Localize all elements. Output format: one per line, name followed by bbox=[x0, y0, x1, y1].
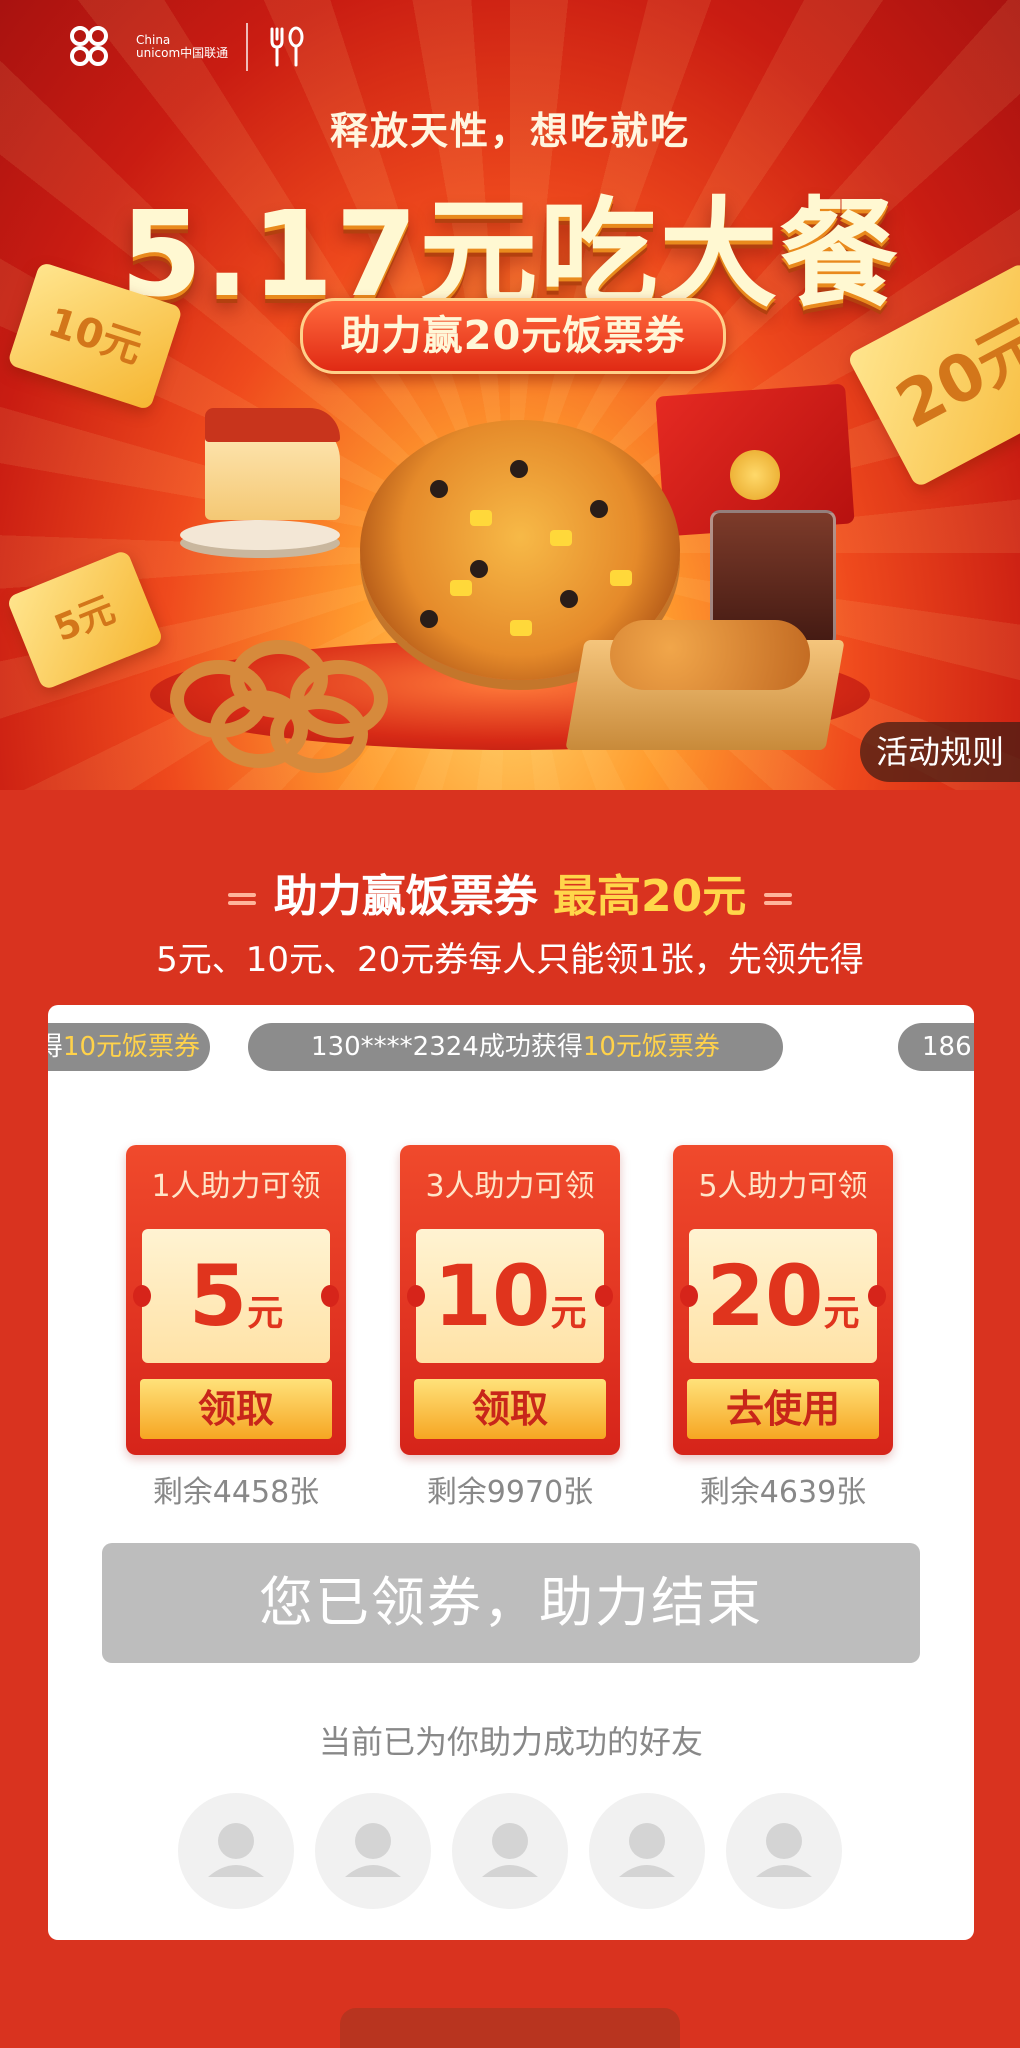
brand-line-2: unicom中国联通 bbox=[136, 46, 229, 60]
tier-box: 5人助力可领 20元 去使用 bbox=[673, 1145, 893, 1455]
assist-ended-button[interactable]: 您已领券，助力结束 bbox=[102, 1543, 920, 1663]
tier-unit: 元 bbox=[247, 1293, 284, 1334]
winner-ticker: 得10元饭票券 130****2324成功获得10元饭票券 186 bbox=[48, 1023, 974, 1075]
ticker-item: 186 bbox=[898, 1023, 974, 1071]
tier-remaining: 剩余4458张 bbox=[152, 1475, 320, 1510]
coupon-card: 得10元饭票券 130****2324成功获得10元饭票券 186 1人助力可领… bbox=[48, 1005, 974, 1940]
helped-friends-label: 当前已为你助力成功的好友 bbox=[318, 1723, 703, 1761]
title-decoration-right bbox=[764, 890, 793, 908]
tier-coupon-5: 1人助力可领 5元 领取 剩余4458张 bbox=[126, 1145, 346, 1511]
ticker-text: 186 bbox=[922, 1032, 972, 1062]
avatar-placeholder-icon bbox=[315, 1793, 431, 1909]
onion-rings-image bbox=[170, 640, 390, 773]
unicom-logo-icon bbox=[70, 26, 108, 66]
bottom-section-tab bbox=[340, 2008, 680, 2048]
fork-spoon-icon bbox=[270, 26, 304, 67]
hero-subtitle-ribbon: 助力赢20元饭票券 bbox=[300, 298, 726, 374]
brand-text: China unicom中国联通 bbox=[136, 34, 228, 60]
tier-ticket: 5元 bbox=[133, 1229, 339, 1363]
avatar-placeholder-icon bbox=[452, 1793, 568, 1909]
tier-remaining: 剩余9970张 bbox=[426, 1475, 594, 1510]
cheesecake-topping bbox=[205, 408, 340, 442]
promo-title: 助力赢饭票券 最高20元 bbox=[0, 860, 1020, 924]
tier-amount: 10 bbox=[433, 1247, 551, 1345]
ticker-highlight: 10元饭票券 bbox=[582, 1032, 720, 1062]
cake-plate bbox=[180, 520, 340, 550]
tier-condition: 1人助力可领 bbox=[151, 1169, 321, 1204]
tier-amount: 20 bbox=[706, 1247, 824, 1345]
tier-condition: 5人助力可领 bbox=[698, 1169, 868, 1204]
tier-amount: 5 bbox=[188, 1247, 248, 1345]
red-envelope-seal bbox=[730, 450, 780, 500]
ticker-text: 130****2324成功获得 bbox=[311, 1032, 583, 1062]
tier-box: 1人助力可领 5元 领取 bbox=[126, 1145, 346, 1455]
tier-coupon-20: 5人助力可领 20元 去使用 剩余4639张 bbox=[673, 1145, 893, 1511]
use-coupon-button-20[interactable]: 去使用 bbox=[687, 1379, 879, 1439]
tier-remaining: 剩余4639张 bbox=[699, 1475, 867, 1510]
claim-button-5[interactable]: 领取 bbox=[140, 1379, 332, 1439]
hero-banner: China unicom中国联通 释放天性，想吃就吃 5.17元吃大餐 助力赢2… bbox=[0, 0, 1020, 790]
tier-ticket: 10元 bbox=[407, 1229, 613, 1363]
fried-chicken-image bbox=[610, 620, 810, 690]
ticker-highlight: 10元饭票券 bbox=[62, 1032, 200, 1062]
ticker-item: 得10元饭票券 bbox=[48, 1023, 210, 1071]
tier-coupon-10: 3人助力可领 10元 领取 剩余9970张 bbox=[400, 1145, 620, 1511]
tier-unit: 元 bbox=[550, 1293, 587, 1334]
hero-slogan: 释放天性，想吃就吃 bbox=[329, 109, 690, 153]
avatar-placeholder-icon bbox=[178, 1793, 294, 1909]
promo-subtitle: 5元、10元、20元券每人只能领1张，先领先得 bbox=[156, 940, 864, 980]
promo-title-main: 助力赢饭票券 bbox=[273, 871, 538, 922]
brand-header: China unicom中国联通 bbox=[60, 22, 306, 72]
promo-title-highlight: 最高20元 bbox=[553, 871, 747, 922]
brand-divider bbox=[246, 23, 249, 71]
ticker-item: 130****2324成功获得10元饭票券 bbox=[248, 1023, 783, 1071]
tier-ticket: 20元 bbox=[680, 1229, 886, 1363]
tier-unit: 元 bbox=[823, 1293, 860, 1334]
tier-box: 3人助力可领 10元 领取 bbox=[400, 1145, 620, 1455]
claim-button-10[interactable]: 领取 bbox=[414, 1379, 606, 1439]
ticker-text: 得 bbox=[48, 1032, 63, 1062]
friend-avatar-list bbox=[178, 1793, 858, 1913]
avatar-placeholder-icon bbox=[726, 1793, 842, 1909]
avatar-placeholder-icon bbox=[589, 1793, 705, 1909]
title-decoration-left bbox=[227, 890, 256, 908]
activity-rules-button[interactable]: 活动规则 bbox=[860, 722, 1020, 782]
tier-condition: 3人助力可领 bbox=[425, 1169, 595, 1204]
